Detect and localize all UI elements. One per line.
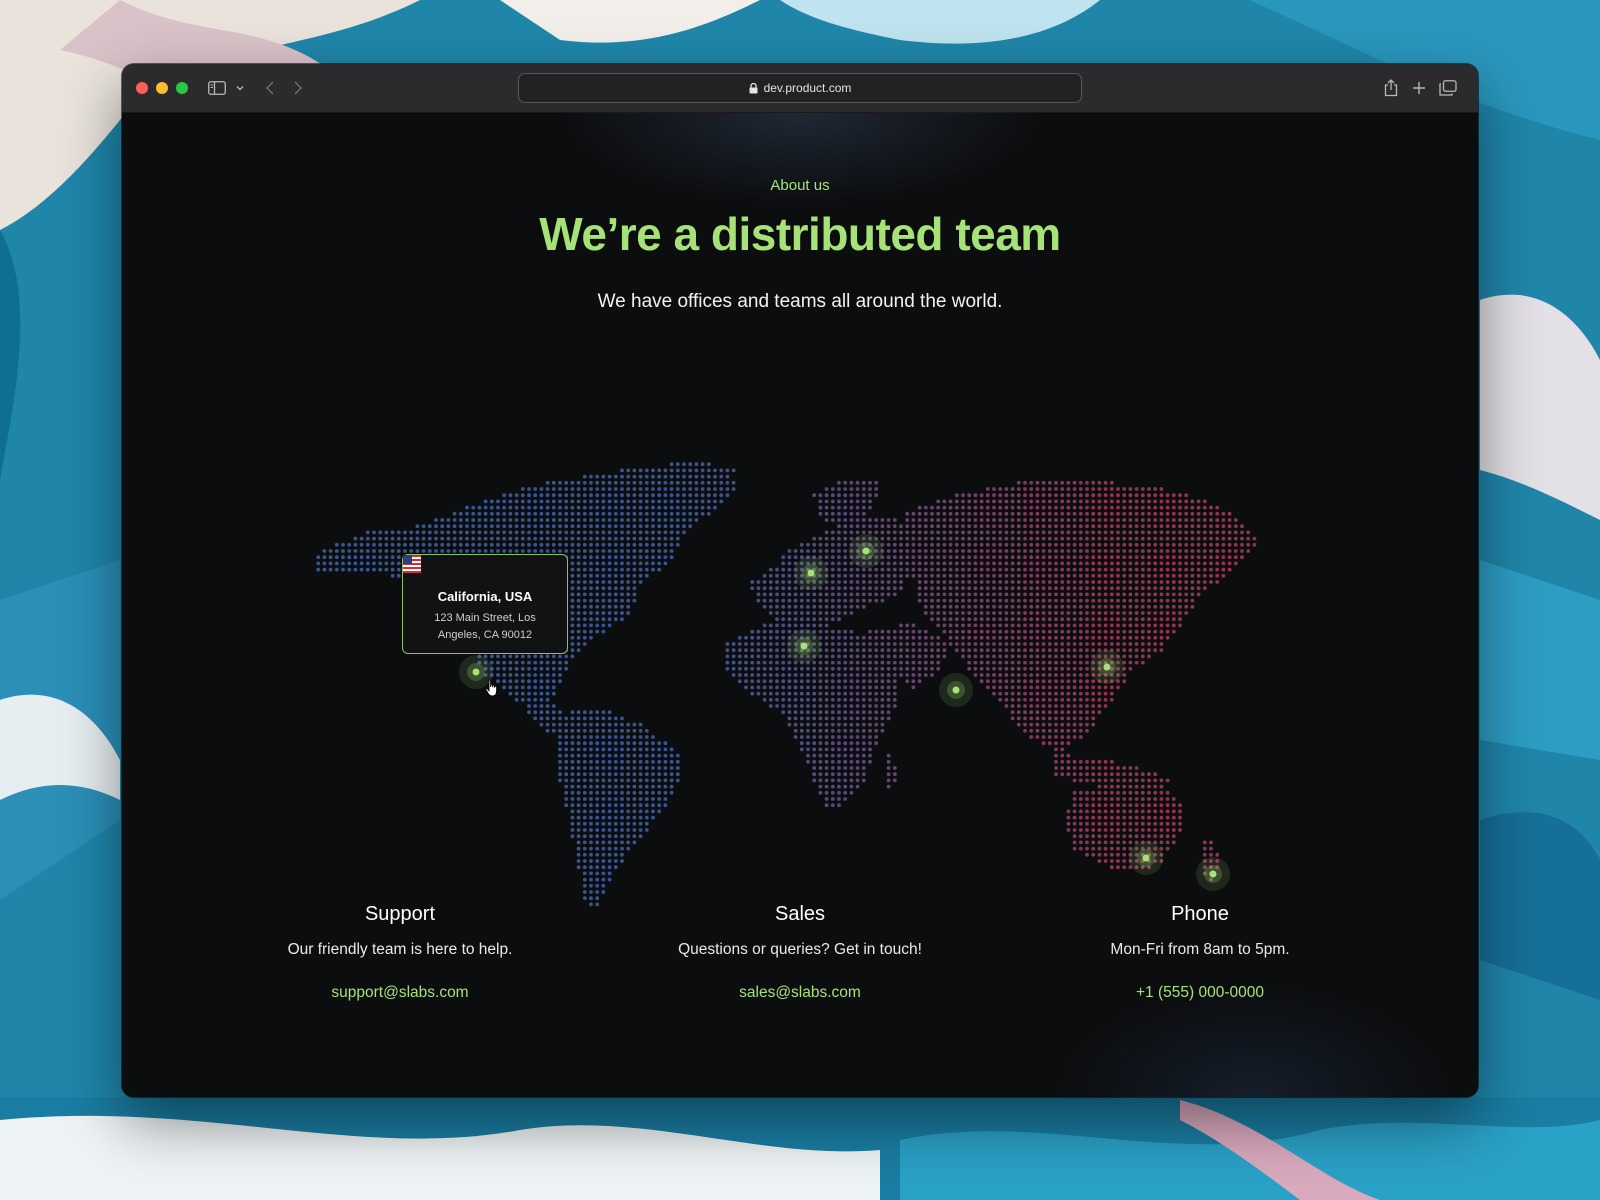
office-marker-australia[interactable] <box>1129 841 1163 875</box>
us-flag-icon <box>403 555 494 583</box>
browser-window: dev.product.com About us We’re a distrib… <box>122 64 1478 1097</box>
browser-titlebar: dev.product.com <box>122 64 1478 113</box>
chevron-down-icon[interactable] <box>234 76 246 100</box>
office-marker-china[interactable] <box>1090 650 1124 684</box>
minimize-window-button[interactable] <box>156 82 168 94</box>
forward-arrow-icon[interactable] <box>290 76 306 100</box>
share-icon[interactable] <box>1382 76 1400 100</box>
sales-contact: Sales Questions or queries? Get in touch… <box>590 903 1010 1002</box>
office-marker-uk[interactable] <box>794 556 828 590</box>
support-contact: Support Our friendly team is here to hel… <box>190 903 610 1002</box>
map-dots <box>316 462 1257 907</box>
sales-email-link[interactable]: sales@slabs.com <box>739 984 861 1001</box>
support-title: Support <box>364 903 436 925</box>
lock-icon <box>749 82 758 94</box>
new-tab-icon[interactable] <box>1410 76 1428 100</box>
phone-title: Phone <box>1171 903 1229 925</box>
phone-description: Mon-Fri from 8am to 5pm. <box>1110 941 1290 958</box>
url-text: dev.product.com <box>763 81 852 95</box>
tab-overview-icon[interactable] <box>1438 76 1458 100</box>
page-content: About us We’re a distributed team We hav… <box>122 113 1478 1097</box>
office-marker-india[interactable] <box>939 673 973 707</box>
sales-description: Questions or queries? Get in touch! <box>678 941 922 958</box>
back-arrow-icon[interactable] <box>262 76 278 100</box>
tooltip-city: California, USA <box>437 589 533 604</box>
support-email-link[interactable]: support@slabs.com <box>331 984 468 1001</box>
support-description: Our friendly team is here to help. <box>287 941 513 958</box>
close-window-button[interactable] <box>136 82 148 94</box>
zoom-window-button[interactable] <box>176 82 188 94</box>
office-marker-spain[interactable] <box>787 629 821 663</box>
sidebar-toggle-icon[interactable] <box>206 76 228 100</box>
phone-contact: Phone Mon-Fri from 8am to 5pm. +1 (555) … <box>990 903 1410 1002</box>
phone-number-link[interactable]: +1 (555) 000-0000 <box>1136 984 1264 1001</box>
office-marker-new-zealand[interactable] <box>1196 857 1230 891</box>
office-marker-scandinavia[interactable] <box>849 534 883 568</box>
sales-title: Sales <box>774 903 826 925</box>
office-tooltip: California, USA 123 Main Street, Los Ang… <box>402 554 568 654</box>
tooltip-address: 123 Main Street, Los Angeles, CA 90012 <box>434 612 536 641</box>
address-bar[interactable]: dev.product.com <box>518 73 1082 103</box>
